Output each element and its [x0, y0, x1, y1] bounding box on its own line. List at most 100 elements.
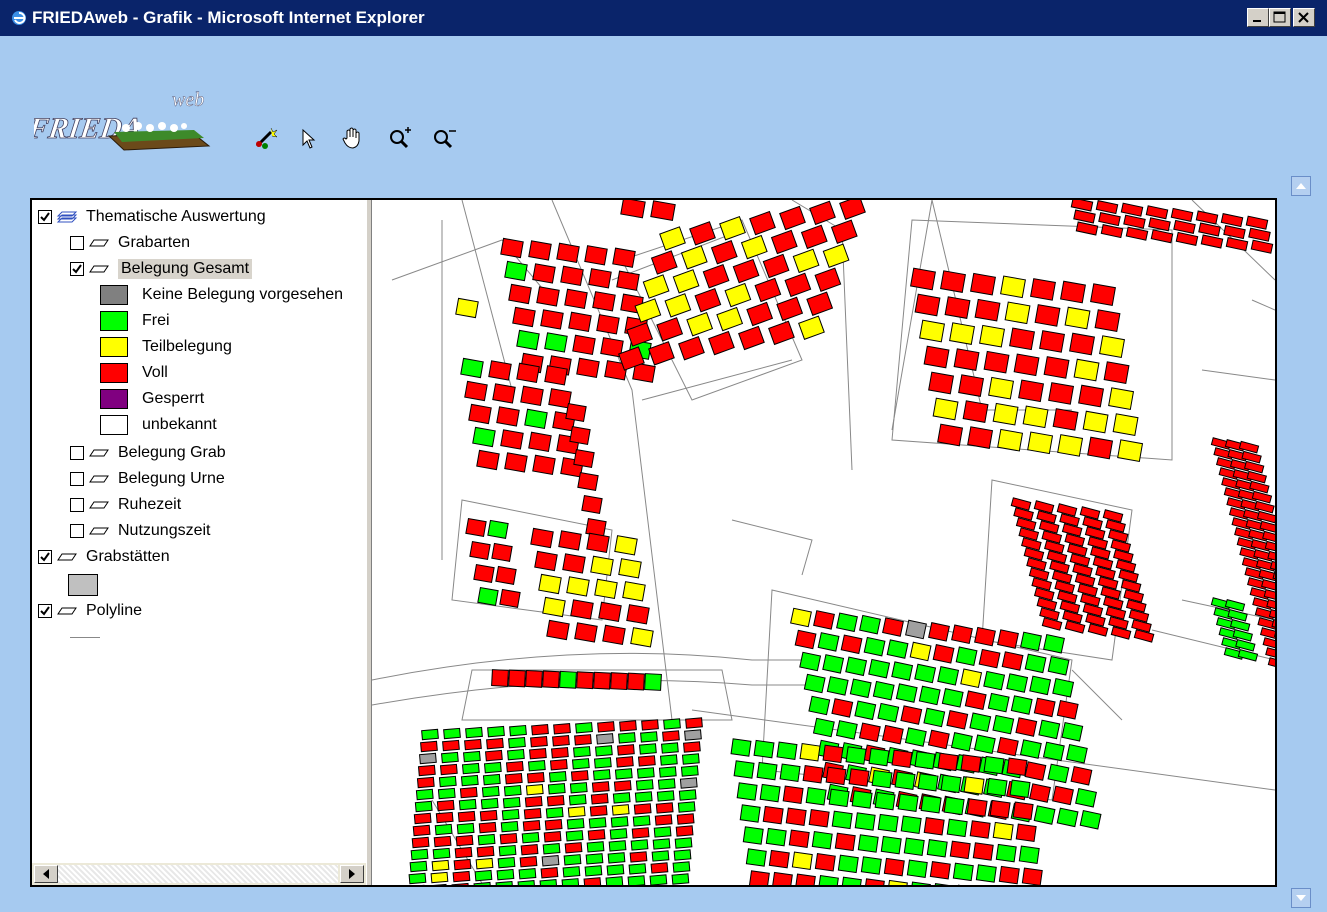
grave-plot[interactable]	[524, 795, 543, 808]
grave-plot[interactable]	[518, 867, 537, 880]
grave-plot[interactable]	[943, 796, 965, 816]
grave-plot[interactable]	[809, 200, 836, 226]
grave-plot[interactable]	[570, 599, 594, 620]
grave-plot[interactable]	[522, 819, 541, 832]
grave-plot[interactable]	[564, 288, 588, 310]
grave-plot[interactable]	[979, 324, 1006, 348]
grave-plot[interactable]	[596, 314, 620, 335]
grave-plot[interactable]	[569, 782, 588, 794]
grave-plot[interactable]	[1090, 546, 1111, 560]
grave-plot[interactable]	[872, 680, 895, 701]
grave-plot[interactable]	[745, 848, 767, 867]
layer-checkbox[interactable]	[70, 446, 84, 460]
grave-plot[interactable]	[516, 329, 540, 351]
grave-plot[interactable]	[523, 807, 542, 820]
grave-plot[interactable]	[1028, 567, 1050, 581]
grave-plot[interactable]	[614, 535, 638, 556]
grave-plot[interactable]	[937, 752, 959, 772]
grave-plot[interactable]	[900, 705, 923, 725]
grave-plot[interactable]	[983, 670, 1006, 691]
grave-plot[interactable]	[1029, 783, 1051, 803]
grave-plot[interactable]	[486, 737, 504, 750]
grave-plot[interactable]	[805, 787, 827, 806]
grave-plot[interactable]	[1078, 384, 1105, 408]
grave-plot[interactable]	[567, 806, 586, 818]
grave-plot[interactable]	[1015, 717, 1038, 737]
grave-plot[interactable]	[1024, 653, 1047, 674]
grave-plot[interactable]	[469, 540, 491, 561]
layer-checkbox[interactable]	[70, 236, 84, 250]
grave-plot[interactable]	[590, 793, 609, 805]
grave-plot[interactable]	[992, 821, 1014, 841]
grave-plot[interactable]	[1029, 675, 1052, 696]
grave-plot[interactable]	[1248, 227, 1271, 242]
grave-plot[interactable]	[1200, 234, 1224, 249]
grave-plot[interactable]	[627, 672, 645, 691]
grave-plot[interactable]	[1034, 304, 1061, 327]
grave-plot[interactable]	[455, 297, 479, 319]
grave-plot[interactable]	[953, 348, 980, 371]
grave-plot[interactable]	[491, 669, 509, 687]
grave-plot[interactable]	[904, 727, 927, 747]
grave-plot[interactable]	[742, 826, 764, 845]
grave-plot[interactable]	[1018, 527, 1040, 541]
grave-plot[interactable]	[612, 792, 631, 804]
grave-plot[interactable]	[1057, 434, 1084, 457]
grave-plot[interactable]	[652, 838, 671, 850]
grave-plot[interactable]	[811, 831, 833, 850]
grave-plot[interactable]	[661, 742, 679, 754]
grave-plot[interactable]	[1018, 379, 1045, 403]
grave-plot[interactable]	[817, 632, 840, 652]
grave-plot[interactable]	[1092, 556, 1114, 570]
grave-plot[interactable]	[562, 553, 586, 574]
close-button[interactable]	[1293, 8, 1315, 27]
grave-plot[interactable]	[618, 732, 636, 744]
grave-plot[interactable]	[1030, 278, 1056, 301]
minimize-button[interactable]	[1247, 8, 1269, 27]
grave-plot[interactable]	[585, 853, 604, 865]
grave-plot[interactable]	[500, 820, 519, 833]
grave-plot[interactable]	[1020, 631, 1042, 652]
grave-plot[interactable]	[614, 768, 633, 780]
grave-plot[interactable]	[944, 296, 971, 319]
grave-plot[interactable]	[559, 670, 577, 689]
grave-plot[interactable]	[759, 783, 781, 803]
grave-plot[interactable]	[429, 883, 448, 885]
grave-plot[interactable]	[782, 785, 804, 804]
grave-plot[interactable]	[854, 812, 876, 831]
grave-plot[interactable]	[606, 864, 625, 876]
grave-plot[interactable]	[566, 818, 585, 830]
grave-plot[interactable]	[863, 636, 886, 657]
grave-plot[interactable]	[1021, 537, 1042, 551]
grave-plot[interactable]	[857, 834, 879, 853]
grave-plot[interactable]	[1223, 225, 1246, 240]
grave-plot[interactable]	[710, 240, 738, 265]
grave-plot[interactable]	[927, 729, 950, 750]
grave-plot[interactable]	[831, 698, 854, 718]
grave-plot[interactable]	[794, 629, 817, 650]
scroll-right-button[interactable]	[340, 865, 364, 883]
grave-plot[interactable]	[1117, 439, 1144, 462]
grave-plot[interactable]	[631, 827, 650, 839]
grave-plot[interactable]	[438, 775, 457, 788]
grave-plot[interactable]	[978, 648, 1001, 669]
layer-checkbox[interactable]	[70, 262, 84, 276]
grave-plot[interactable]	[622, 581, 646, 602]
grave-plot[interactable]	[527, 759, 546, 772]
grave-plot[interactable]	[891, 661, 914, 681]
grave-plot[interactable]	[584, 245, 608, 266]
grave-plot[interactable]	[877, 702, 900, 723]
grave-plot[interactable]	[1043, 356, 1070, 379]
grave-plot[interactable]	[671, 873, 690, 885]
grave-plot[interactable]	[1259, 627, 1275, 640]
grave-plot[interactable]	[886, 639, 909, 659]
grave-plot[interactable]	[1052, 785, 1074, 806]
grave-plot[interactable]	[1023, 547, 1045, 561]
grave-plot[interactable]	[768, 320, 795, 346]
grave-plot[interactable]	[499, 588, 521, 608]
grave-plot[interactable]	[989, 799, 1011, 819]
grave-plot[interactable]	[1038, 520, 1060, 534]
grave-plot[interactable]	[539, 879, 558, 885]
grave-plot[interactable]	[532, 454, 556, 476]
grave-plot[interactable]	[619, 720, 637, 732]
